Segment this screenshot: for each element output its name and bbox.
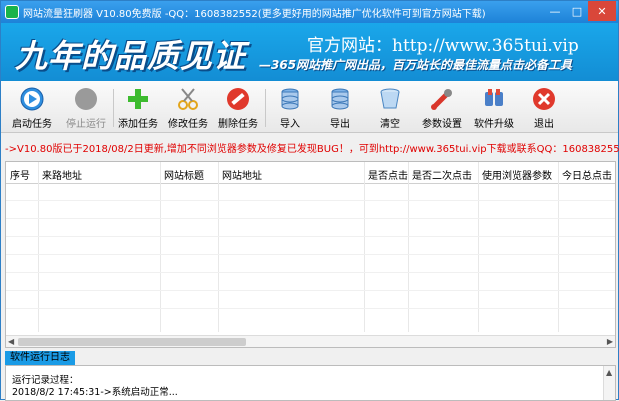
clear-button[interactable]: 清空 (369, 86, 411, 130)
horizontal-scrollbar[interactable]: ◀ ▶ (6, 335, 615, 347)
scrollbar-thumb[interactable] (18, 338, 246, 346)
title-bar[interactable]: 网站流量狂刷器 V10.80免费版 -QQ：1608382552(更多更好用的网… (1, 1, 618, 23)
column-divider (364, 162, 365, 332)
scroll-up-icon[interactable]: ▲ (606, 368, 612, 377)
scissors-icon (175, 86, 201, 112)
minimize-button[interactable]: — (544, 1, 566, 21)
column-header-click[interactable]: 是否点击 (368, 167, 408, 182)
column-divider (38, 162, 39, 332)
main-window: 网站流量狂刷器 V10.80免费版 -QQ：1608382552(更多更好用的网… (0, 0, 619, 401)
row-divider (6, 236, 615, 237)
column-header-site-url[interactable]: 网站地址 (222, 167, 262, 182)
export-label: 导出 (330, 119, 350, 130)
column-header-site-title[interactable]: 网站标题 (164, 167, 204, 182)
play-icon (19, 86, 45, 112)
column-divider (160, 162, 161, 332)
column-header-today-clicks[interactable]: 今日总点击 (562, 167, 612, 182)
wrench-icon (429, 86, 455, 112)
row-divider (6, 218, 615, 219)
row-divider (6, 254, 615, 255)
column-header-second-click[interactable]: 是否二次点击 (412, 167, 472, 182)
toolbar: 启动任务 停止运行 添加任务 修改任务 删除任务 导入 导出 清空 参数设置 软… (1, 81, 618, 133)
plus-icon (125, 86, 151, 112)
banner-headline: 九年的品质见证 (15, 37, 247, 75)
column-divider (218, 162, 219, 332)
stop-run-label: 停止运行 (66, 119, 106, 130)
toolbar-separator (265, 89, 266, 127)
toolbar-separator (113, 89, 114, 127)
table-header: 序号 来路地址 网站标题 网站地址 是否点击 是否二次点击 使用浏览器参数 今日… (6, 162, 615, 184)
bucket-icon (377, 86, 403, 112)
delete-task-label: 删除任务 (218, 119, 258, 130)
column-divider (408, 162, 409, 332)
exit-label: 退出 (534, 119, 554, 130)
upgrade-label: 软件升级 (474, 119, 514, 130)
banner-site-url: 官方网站：http://www.365tui.vip (307, 36, 579, 56)
database-import-icon (277, 86, 303, 112)
scroll-right-icon[interactable]: ▶ (607, 337, 613, 346)
delete-task-button[interactable]: 删除任务 (215, 86, 261, 130)
exit-icon (531, 86, 557, 112)
column-divider (478, 162, 479, 332)
row-divider (6, 200, 615, 201)
task-table[interactable]: 序号 来路地址 网站标题 网站地址 是否点击 是否二次点击 使用浏览器参数 今日… (5, 161, 616, 348)
row-divider (6, 308, 615, 309)
vertical-scrollbar[interactable]: ▲ (603, 366, 615, 400)
log-panel: 运行记录过程： 2018/8/2 17:45:31->系统启动正常... ▲ (5, 365, 616, 401)
banner-slogan: —365网站推广网出品，百万站长的最佳流量点击必备工具 (259, 58, 573, 72)
edit-task-label: 修改任务 (168, 119, 208, 130)
close-button[interactable]: ✕ (588, 1, 616, 21)
column-header-index[interactable]: 序号 (10, 167, 30, 182)
column-header-browser-params[interactable]: 使用浏览器参数 (482, 167, 552, 182)
app-icon (5, 5, 19, 19)
database-export-icon (327, 86, 353, 112)
log-tab[interactable]: 软件运行日志 (5, 351, 75, 365)
import-label: 导入 (280, 119, 300, 130)
settings-label: 参数设置 (422, 119, 462, 130)
start-task-button[interactable]: 启动任务 (9, 86, 55, 130)
settings-button[interactable]: 参数设置 (419, 86, 465, 130)
maximize-button[interactable]: □ (566, 1, 588, 21)
stop-run-button[interactable]: 停止运行 (63, 86, 109, 130)
upgrade-button[interactable]: 软件升级 (471, 86, 517, 130)
window-controls: — □ ✕ (544, 1, 616, 21)
scroll-left-icon[interactable]: ◀ (8, 337, 14, 346)
add-task-label: 添加任务 (118, 119, 158, 130)
window-title: 网站流量狂刷器 V10.80免费版 -QQ：1608382552(更多更好用的网… (23, 9, 486, 20)
edit-task-button[interactable]: 修改任务 (165, 86, 211, 130)
delete-icon (225, 86, 251, 112)
column-divider (558, 162, 559, 332)
export-button[interactable]: 导出 (319, 86, 361, 130)
row-divider (6, 272, 615, 273)
stop-icon (73, 86, 99, 112)
row-divider (6, 290, 615, 291)
add-task-button[interactable]: 添加任务 (115, 86, 161, 130)
exit-button[interactable]: 退出 (523, 86, 565, 130)
log-line: 2018/8/2 17:45:31->系统启动正常... (12, 387, 178, 398)
start-task-label: 启动任务 (12, 119, 52, 130)
banner: 九年的品质见证 官方网站：http://www.365tui.vip —365网… (1, 23, 618, 81)
column-header-referrer[interactable]: 来路地址 (42, 167, 82, 182)
clear-label: 清空 (380, 119, 400, 130)
upgrade-icon (481, 86, 507, 112)
update-notice: ->V10.80版已于2018/08/2日更新,增加不同浏览器参数及修复已发现B… (5, 144, 619, 155)
import-button[interactable]: 导入 (269, 86, 311, 130)
